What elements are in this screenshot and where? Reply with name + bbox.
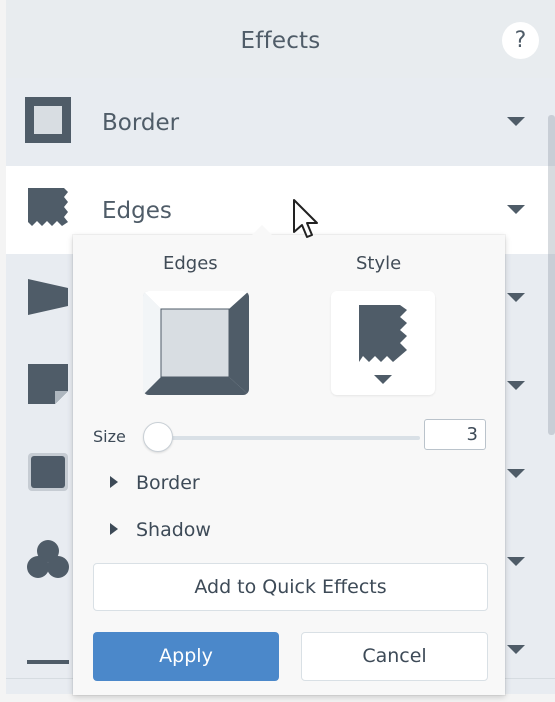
help-button[interactable]: ? bbox=[502, 22, 539, 59]
chevron-down-icon[interactable] bbox=[507, 293, 525, 302]
shadow-accordion[interactable]: Shadow bbox=[110, 519, 211, 541]
effect-row-border[interactable]: Border bbox=[6, 78, 555, 166]
panel-header: Effects ? bbox=[6, 0, 555, 79]
border-icon bbox=[24, 96, 72, 144]
style-section-label: Style bbox=[356, 253, 402, 274]
edges-options-popup: Edges Style Size 3 Border Shadow Add to … bbox=[73, 225, 505, 695]
color-adjustment-icon bbox=[24, 536, 72, 584]
size-label: Size bbox=[93, 427, 126, 446]
chevron-down-icon[interactable] bbox=[507, 645, 525, 654]
apply-button[interactable]: Apply bbox=[93, 632, 279, 681]
effect-label-edges: Edges bbox=[102, 198, 172, 224]
chevron-down-icon[interactable] bbox=[507, 117, 525, 126]
chevron-down-icon[interactable] bbox=[507, 205, 525, 214]
effect-label-border: Border bbox=[102, 110, 180, 136]
edges-preview[interactable] bbox=[143, 291, 249, 395]
add-to-quick-effects-button[interactable]: Add to Quick Effects bbox=[93, 563, 488, 611]
edges-section-label: Edges bbox=[163, 253, 218, 274]
chevron-right-icon bbox=[110, 476, 118, 488]
scrollbar[interactable] bbox=[548, 115, 555, 435]
size-input[interactable]: 3 bbox=[424, 419, 486, 450]
perspective-icon bbox=[24, 272, 72, 320]
border-accordion-label: Border bbox=[136, 472, 200, 494]
edges-icon bbox=[24, 184, 72, 232]
page-curl-icon bbox=[24, 360, 72, 408]
chevron-right-icon bbox=[110, 523, 118, 535]
size-slider-thumb[interactable] bbox=[142, 422, 173, 452]
size-slider-track[interactable] bbox=[146, 436, 420, 440]
panel-title: Effects bbox=[240, 28, 321, 54]
chevron-down-icon[interactable] bbox=[507, 469, 525, 478]
cancel-button[interactable]: Cancel bbox=[301, 632, 488, 681]
border-accordion[interactable]: Border bbox=[110, 472, 200, 494]
chevron-down-icon[interactable] bbox=[507, 381, 525, 390]
chevron-down-icon[interactable] bbox=[507, 557, 525, 566]
shadow-accordion-label: Shadow bbox=[136, 519, 211, 541]
shadow-icon bbox=[24, 448, 72, 496]
edge-style-dropdown[interactable] bbox=[331, 291, 435, 395]
filter-icon bbox=[24, 624, 72, 672]
